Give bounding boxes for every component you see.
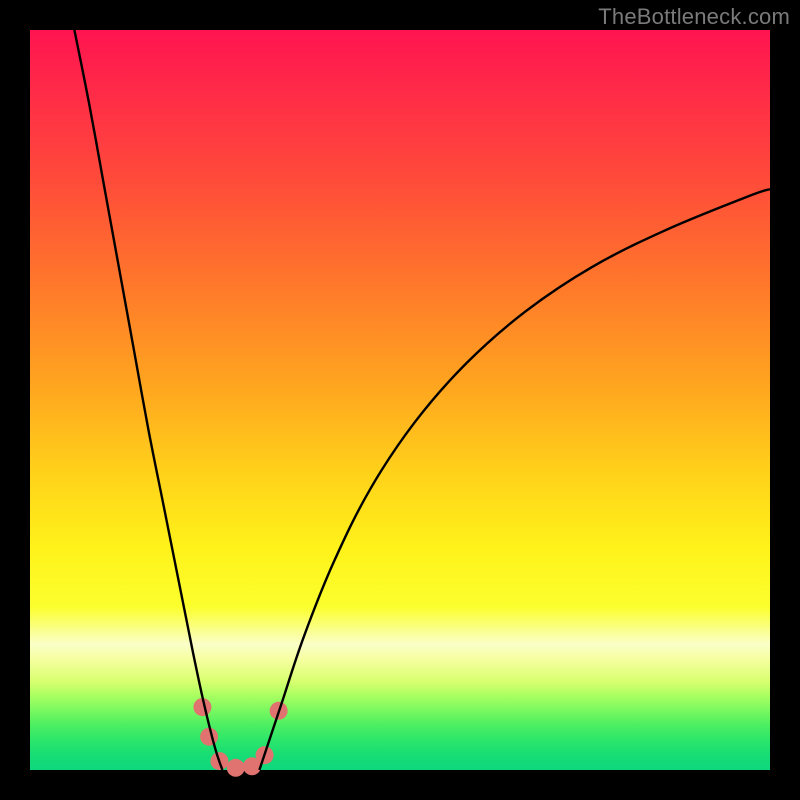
chart-frame: TheBottleneck.com	[0, 0, 800, 800]
curves-svg	[30, 30, 770, 770]
left-curve	[74, 30, 222, 770]
watermark-text: TheBottleneck.com	[598, 4, 790, 30]
marker-layer	[193, 698, 287, 777]
marker-dot	[227, 759, 245, 777]
plot-area	[30, 30, 770, 770]
right-curve	[259, 189, 770, 770]
marker-dot	[200, 728, 218, 746]
